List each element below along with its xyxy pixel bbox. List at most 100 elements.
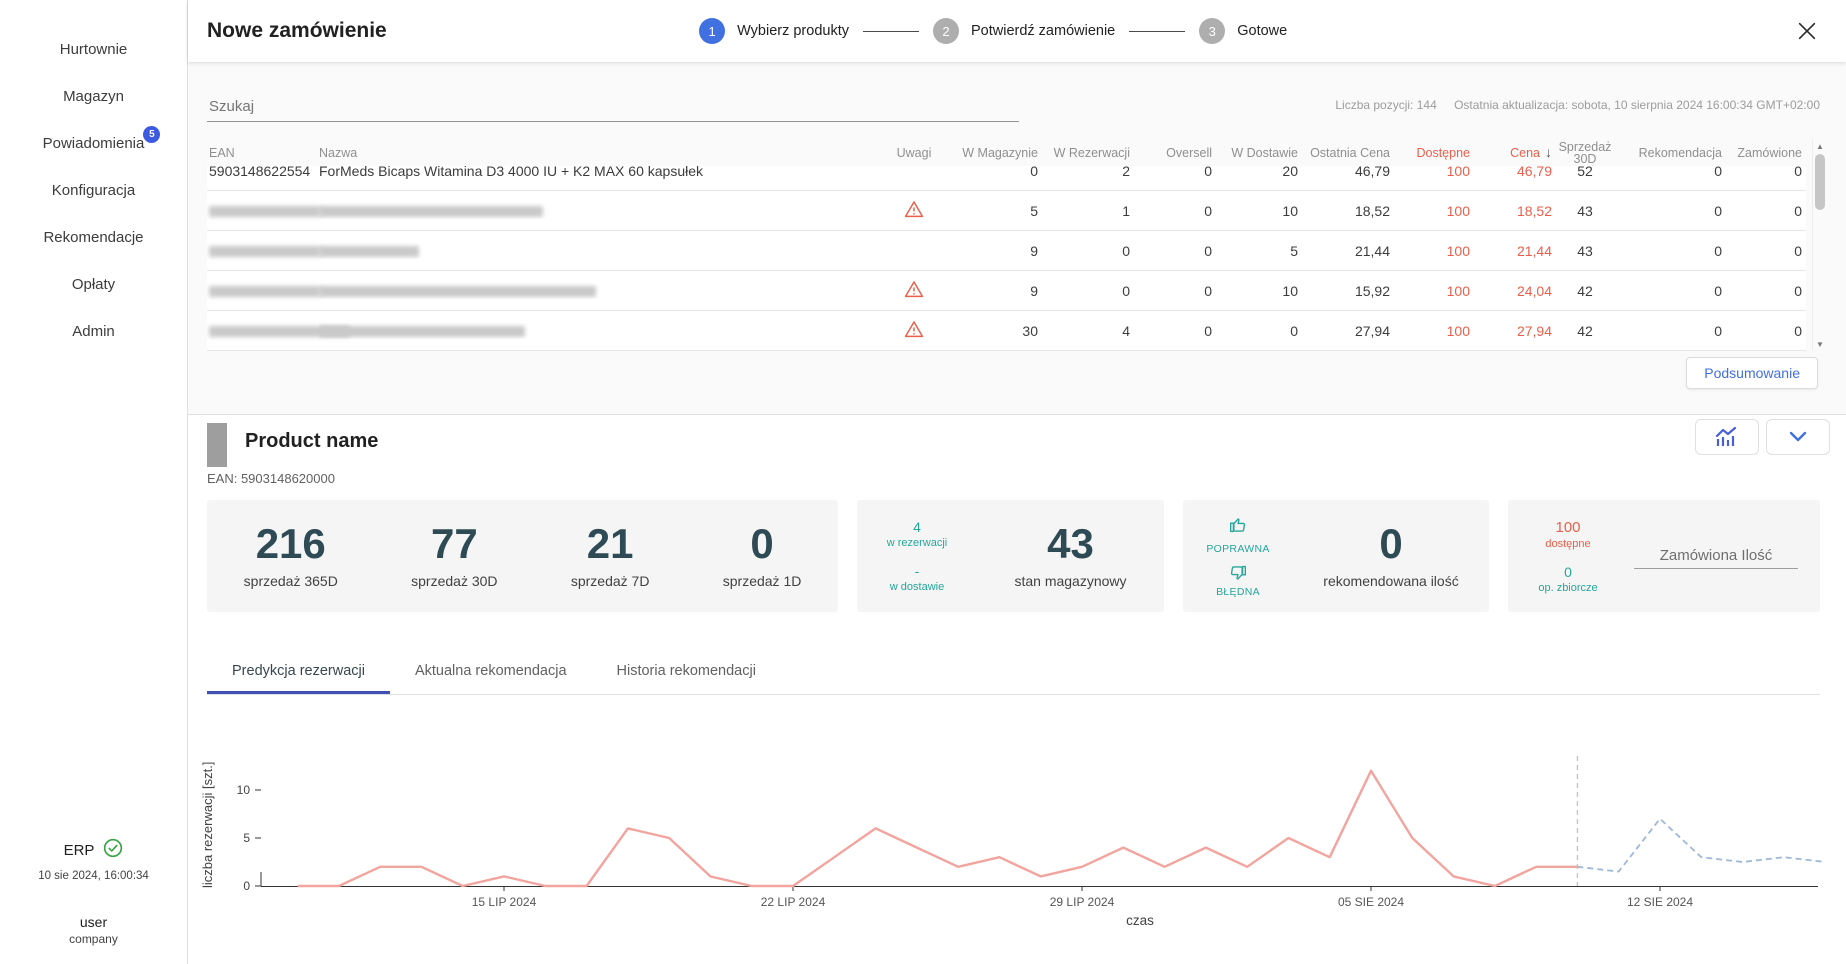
user-name: user bbox=[0, 914, 187, 930]
cell-ostatnia-cena: 18,52 bbox=[1298, 203, 1390, 219]
stat-label: sprzedaż 30D bbox=[411, 573, 497, 589]
table-scrollbar[interactable]: ▲ ▼ bbox=[1812, 139, 1826, 351]
summary-button[interactable]: Podsumowanie bbox=[1686, 357, 1818, 389]
product-image-placeholder bbox=[207, 423, 227, 467]
column-header-cena[interactable]: Cena↓ bbox=[1470, 146, 1552, 159]
available-value: 100 bbox=[1508, 519, 1628, 536]
cell-cena: 27,94 bbox=[1470, 323, 1552, 339]
chevron-down-icon bbox=[1788, 431, 1808, 443]
cell-w-rezerwacji: 1 bbox=[1038, 203, 1130, 219]
reserved-label: w rezerwacji bbox=[857, 537, 977, 549]
cell-dostepne: 100 bbox=[1390, 323, 1470, 339]
sidebar-item-label: Powiadomienia5 bbox=[43, 135, 145, 152]
cell-zamowione: 0 bbox=[1722, 166, 1806, 179]
thumb-up-icon[interactable] bbox=[1227, 514, 1249, 541]
column-header-sprzeda-30d[interactable]: Sprzedaż 30D bbox=[1552, 141, 1618, 165]
blurred-ean bbox=[209, 206, 321, 217]
cell-name: ForMeds Bicaps Witamina D3 4000 IU + K2 … bbox=[319, 166, 885, 179]
recommendation-value: 0 bbox=[1293, 523, 1489, 565]
stat-label: sprzedaż 1D bbox=[723, 573, 802, 589]
cell-name bbox=[319, 283, 885, 299]
step-1: 1Wybierz produkty bbox=[699, 18, 849, 44]
stat-sales-365d: 216 sprzedaż 365D bbox=[244, 523, 338, 589]
column-header-oversell[interactable]: Oversell bbox=[1130, 147, 1212, 159]
cell-uwagi bbox=[885, 280, 943, 301]
tab-historia-rekomendacji[interactable]: Historia rekomendacji bbox=[592, 650, 781, 694]
tab-aktualna-rekomendacja[interactable]: Aktualna rekomendacja bbox=[390, 650, 592, 694]
ordered-quantity-input[interactable] bbox=[1634, 543, 1798, 569]
cell-w-dostawie: 10 bbox=[1212, 283, 1298, 299]
available-label: dostępne bbox=[1508, 538, 1628, 550]
step-connector bbox=[863, 31, 919, 32]
close-icon bbox=[1796, 20, 1818, 42]
stat-value: 0 bbox=[723, 523, 802, 565]
sort-desc-icon[interactable]: ↓ bbox=[1545, 144, 1552, 160]
sidebar-item-op-aty[interactable]: Opłaty bbox=[0, 261, 187, 308]
cell-sprzedaz-30d: 42 bbox=[1552, 283, 1618, 299]
sidebar-item-admin[interactable]: Admin bbox=[0, 308, 187, 355]
cell-dostepne: 100 bbox=[1390, 283, 1470, 299]
sidebar-item-konfiguracja[interactable]: Konfiguracja bbox=[0, 167, 187, 214]
thumb-down-icon[interactable] bbox=[1227, 557, 1249, 584]
column-header-w-rezerwacji[interactable]: W Rezerwacji bbox=[1038, 147, 1130, 159]
scrollbar-thumb[interactable] bbox=[1815, 154, 1825, 210]
sidebar-item-powiadomienia[interactable]: Powiadomienia5 bbox=[0, 120, 187, 167]
cell-ostatnia-cena: 27,94 bbox=[1298, 323, 1390, 339]
product-panel: Product name EAN: 5903148620000 216 sprz… bbox=[188, 415, 1846, 964]
table-row[interactable]: 3040027,9410027,944200 bbox=[207, 311, 1806, 351]
sidebar-item-hurtownie[interactable]: Hurtownie bbox=[0, 26, 187, 73]
cell-uwagi bbox=[885, 320, 943, 341]
svg-text:5: 5 bbox=[243, 831, 250, 845]
chart-x-axis-label: czas bbox=[1126, 913, 1154, 928]
column-header-rekomendacja[interactable]: Rekomendacja bbox=[1618, 147, 1722, 159]
column-header-uwagi[interactable]: Uwagi bbox=[885, 147, 943, 159]
table-row[interactable]: 5101018,5210018,524300 bbox=[207, 191, 1806, 231]
scroll-up-icon[interactable]: ▲ bbox=[1813, 139, 1827, 153]
table-row[interactable]: 9001015,9210024,044200 bbox=[207, 271, 1806, 311]
close-button[interactable] bbox=[1792, 16, 1822, 46]
scroll-down-icon[interactable]: ▼ bbox=[1813, 337, 1827, 351]
erp-label: ERP bbox=[64, 842, 95, 859]
cell-w-dostawie: 0 bbox=[1212, 323, 1298, 339]
step-number: 1 bbox=[699, 18, 725, 44]
cell-w-magazynie: 30 bbox=[943, 323, 1038, 339]
search-field-wrap bbox=[207, 92, 1019, 122]
column-header-nazwa[interactable]: Nazwa bbox=[319, 147, 885, 159]
bulk-label: op. zbiorcze bbox=[1508, 582, 1628, 594]
sales-stats-card: 216 sprzedaż 365D 77 sprzedaż 30D 21 spr… bbox=[207, 500, 838, 612]
step-3: 3Gotowe bbox=[1199, 18, 1287, 44]
dialog-header: Nowe zamówienie 1Wybierz produkty2Potwie… bbox=[188, 0, 1846, 62]
cell-sprzedaz-30d: 43 bbox=[1552, 243, 1618, 259]
availability-col: 100 dostępne 0 op. zbiorcze bbox=[1508, 519, 1628, 594]
main-area: Nowe zamówienie 1Wybierz produkty2Potwie… bbox=[188, 0, 1846, 964]
stock-card: 4 w rezerwacji - w dostawie 43 stan maga… bbox=[857, 500, 1164, 612]
sidebar-item-rekomendacje[interactable]: Rekomendacje bbox=[0, 214, 187, 261]
chart-button[interactable] bbox=[1695, 419, 1759, 455]
column-header-w-dostawie[interactable]: W Dostawie bbox=[1212, 147, 1298, 159]
sidebar: HurtownieMagazyn Powiadomienia5 Konfigurac… bbox=[0, 0, 188, 964]
cell-dostepne: 100 bbox=[1390, 166, 1470, 179]
status-timestamp: 10 sie 2024, 16:00:34 bbox=[0, 870, 187, 882]
stat-sales-7d: 21 sprzedaż 7D bbox=[571, 523, 650, 589]
column-header-w-magazynie[interactable]: W Magazynie bbox=[943, 147, 1038, 159]
cell-name bbox=[319, 203, 885, 219]
sidebar-item-magazyn[interactable]: Magazyn bbox=[0, 73, 187, 120]
quantity-field-wrap bbox=[1628, 543, 1820, 569]
step-number: 2 bbox=[933, 18, 959, 44]
column-header-ostatnia-cena[interactable]: Ostatnia Cena bbox=[1298, 147, 1390, 159]
recommendation-label: rekomendowana ilość bbox=[1293, 573, 1489, 589]
app-root: HurtownieMagazyn Powiadomienia5 Konfigurac… bbox=[0, 0, 1846, 964]
delivery-label: w dostawie bbox=[857, 581, 977, 593]
svg-text:29 LIP 2024: 29 LIP 2024 bbox=[1050, 895, 1115, 909]
table-row[interactable]: 5903148622554ForMeds Bicaps Witamina D3 … bbox=[207, 166, 1806, 191]
column-header-zam-wione[interactable]: Zamówione bbox=[1722, 147, 1806, 159]
column-header-dost-pne[interactable]: Dostępne bbox=[1390, 147, 1470, 159]
search-input[interactable] bbox=[207, 92, 1019, 122]
column-header-ean[interactable]: EAN bbox=[207, 147, 319, 159]
cell-cena: 24,04 bbox=[1470, 283, 1552, 299]
blurred-name bbox=[319, 326, 525, 337]
cell-name bbox=[319, 323, 885, 339]
table-row[interactable]: 900521,4410021,444300 bbox=[207, 231, 1806, 271]
tab-predykcja-rezerwacji[interactable]: Predykcja rezerwacji bbox=[207, 650, 390, 694]
expand-button[interactable] bbox=[1766, 419, 1830, 455]
